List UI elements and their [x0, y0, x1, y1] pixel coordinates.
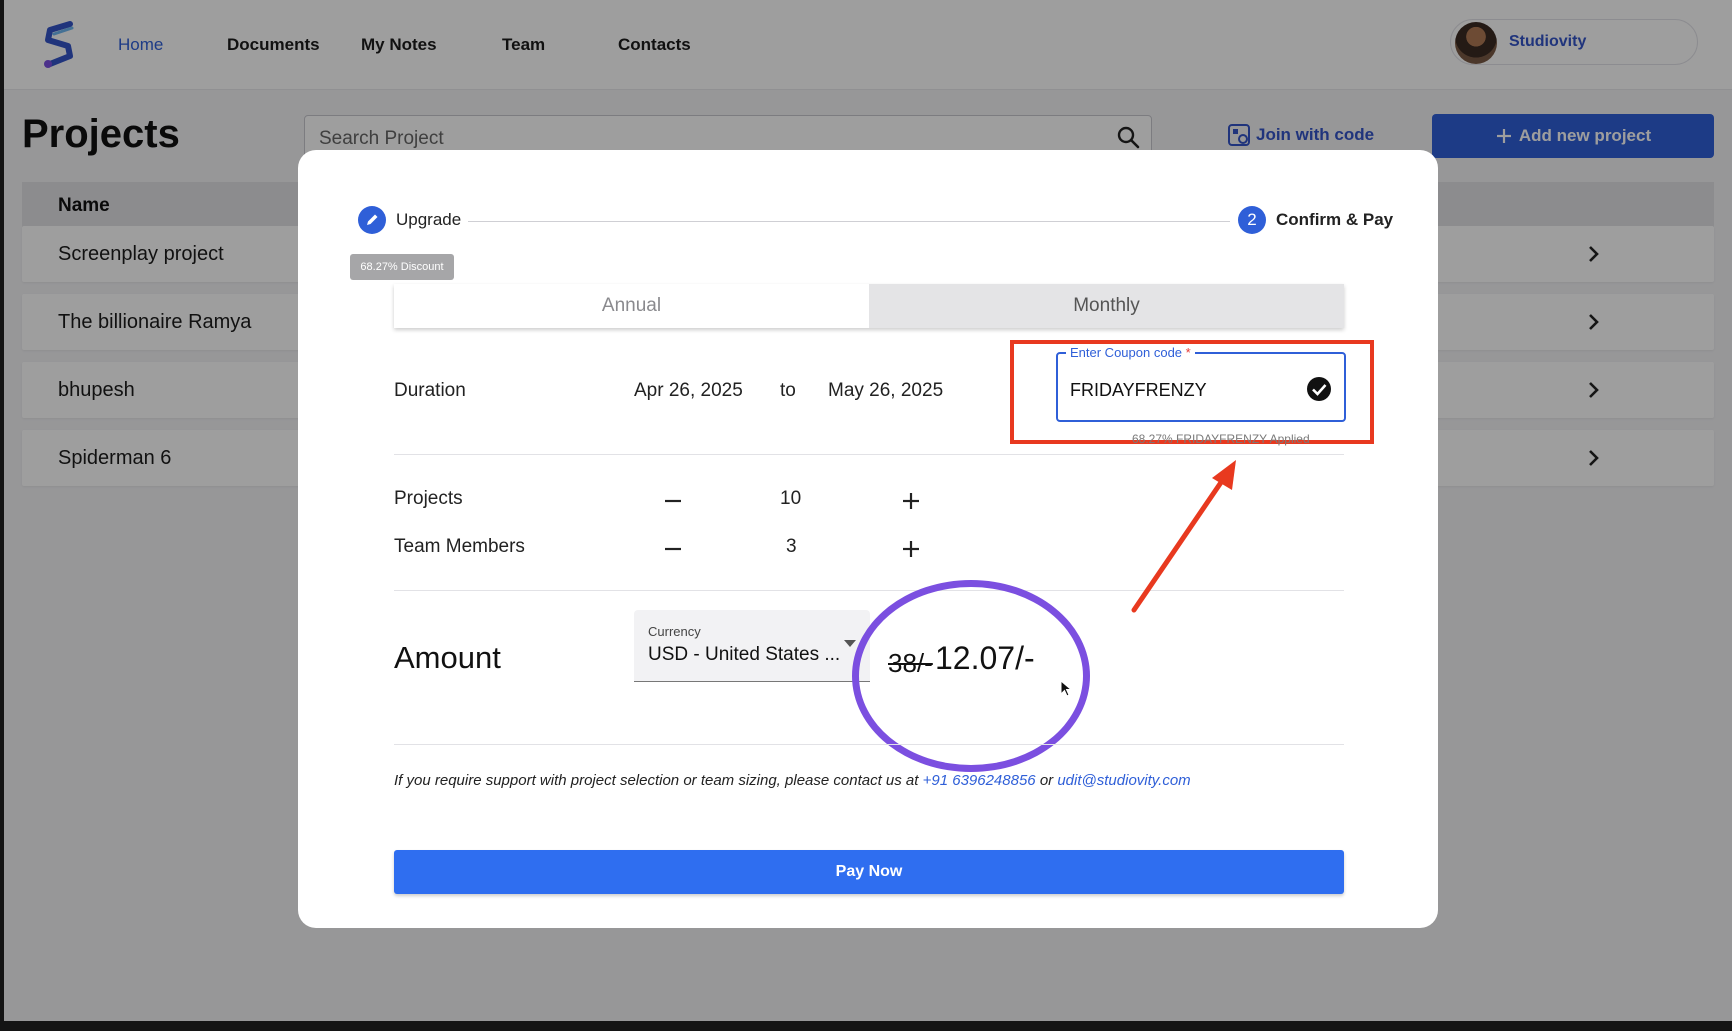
coupon-input[interactable]: Enter Coupon code * FRIDAYFRENZY: [1056, 345, 1346, 422]
caret-down-icon: [844, 640, 856, 647]
step-confirm-pay-label: Confirm & Pay: [1276, 210, 1394, 229]
step-confirm-pay: 2 Confirm & Pay: [1238, 206, 1393, 234]
tab-annual[interactable]: Annual: [394, 284, 869, 328]
discount-badge: 68.27% Discount: [350, 254, 454, 280]
stepper-connector: [468, 221, 1230, 222]
check-circle-icon: [1307, 377, 1331, 401]
duration-to-word: to: [780, 380, 796, 401]
duration-start: Apr 26, 2025: [634, 380, 743, 401]
coupon-label: Enter Coupon code *: [1066, 345, 1195, 360]
currency-value: USD - United States ...: [648, 644, 841, 665]
projects-label: Projects: [394, 488, 463, 509]
step-confirm-pay-marker: 2: [1238, 206, 1266, 234]
support-phone-link[interactable]: +91 6396248856: [923, 772, 1036, 789]
team-members-minus-icon[interactable]: [662, 538, 684, 560]
page: Home Documents My Notes Team Contacts St…: [4, 0, 1732, 1021]
divider: [394, 744, 1344, 745]
projects-plus-icon[interactable]: [900, 490, 922, 512]
arrow-annotation-icon: [1131, 460, 1236, 613]
billing-tabs: Annual Monthly: [394, 284, 1344, 328]
projects-count: 10: [780, 488, 802, 509]
support-text: If you require support with project sele…: [394, 772, 1191, 789]
team-members-count: 3: [786, 536, 797, 557]
coupon-applied-text: 68.27% FRIDAYFRENZY Applied: [1132, 432, 1310, 446]
amount-label: Amount: [394, 640, 501, 675]
support-email-link[interactable]: udit@studiovity.com: [1057, 772, 1190, 789]
upgrade-modal: Upgrade 2 Confirm & Pay 68.27% Discount …: [298, 150, 1438, 928]
team-members-label: Team Members: [394, 536, 525, 557]
coupon-value: FRIDAYFRENZY: [1070, 380, 1207, 400]
currency-label: Currency: [648, 624, 701, 639]
pencil-icon: [367, 214, 378, 225]
team-members-plus-icon[interactable]: [900, 538, 922, 560]
step-upgrade-label: Upgrade: [396, 210, 462, 229]
projects-minus-icon[interactable]: [662, 490, 684, 512]
mouse-cursor-icon: [1060, 680, 1072, 697]
pay-now-button[interactable]: Pay Now: [394, 850, 1344, 894]
tab-monthly[interactable]: Monthly: [869, 284, 1344, 328]
step-upgrade: Upgrade: [358, 206, 461, 234]
currency-select[interactable]: Currency USD - United States ...: [634, 610, 870, 682]
duration-end: May 26, 2025: [828, 380, 944, 401]
duration-label: Duration: [394, 380, 466, 401]
step-upgrade-marker: [358, 206, 386, 234]
